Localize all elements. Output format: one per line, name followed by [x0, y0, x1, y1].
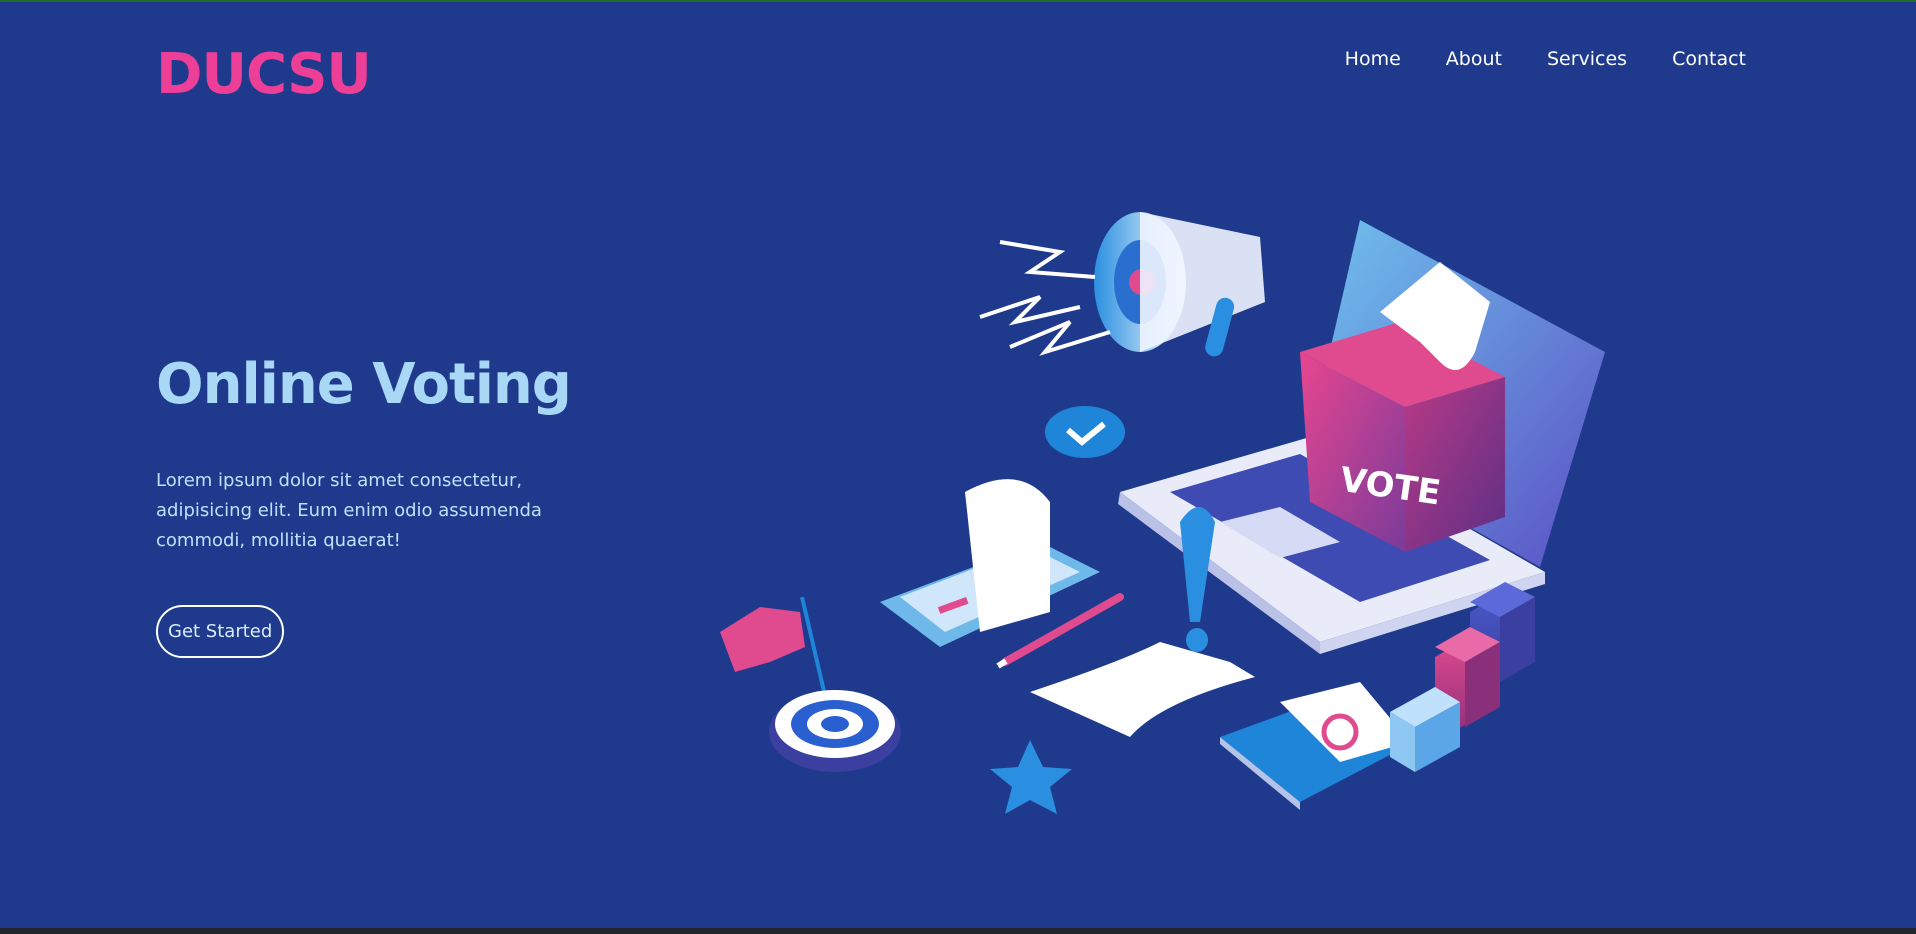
- landing-page: DUCSU Home About Services Contact Online…: [0, 0, 1916, 934]
- megaphone-icon: [979, 212, 1265, 357]
- bottom-edge: [0, 928, 1916, 934]
- phone-icon: [880, 479, 1100, 647]
- nav-services[interactable]: Services: [1547, 48, 1627, 70]
- envelope-icon: [1220, 682, 1410, 810]
- hero-title: Online Voting: [156, 352, 572, 417]
- get-started-button[interactable]: Get Started: [156, 605, 285, 658]
- nav-contact[interactable]: Contact: [1672, 48, 1746, 70]
- ballot-box-icon: VOTE: [1300, 262, 1505, 552]
- nav-home[interactable]: Home: [1345, 48, 1401, 70]
- hero-description: Lorem ipsum dolor sit amet consectetur, …: [156, 470, 542, 551]
- star-icon: [990, 740, 1072, 814]
- nav-about[interactable]: About: [1446, 48, 1502, 70]
- target-icon: [769, 690, 901, 772]
- exclamation-icon: [1180, 507, 1215, 652]
- check-badge-icon: [1045, 406, 1125, 458]
- brand-logo[interactable]: DUCSU: [156, 42, 372, 107]
- voting-illustration: VOTE: [720, 212, 1605, 814]
- main-nav: Home About Services Contact: [1345, 48, 1746, 70]
- ballot-paper-icon: [1030, 642, 1255, 737]
